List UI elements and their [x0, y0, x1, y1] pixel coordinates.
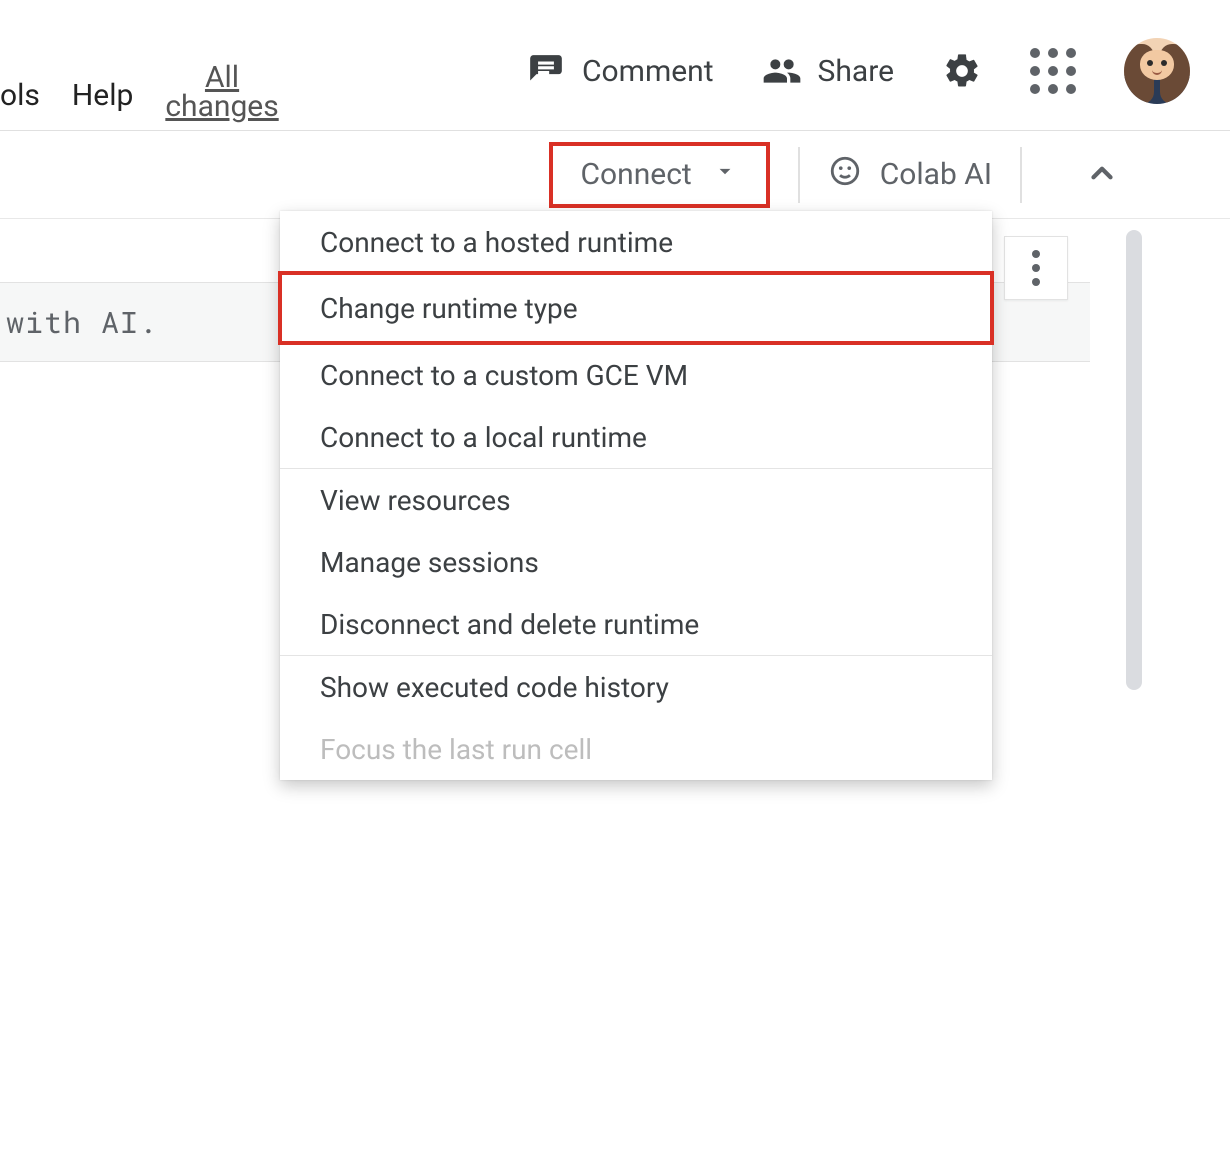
- comment-icon: [526, 51, 566, 91]
- menu-item-label: Show executed code history: [320, 671, 669, 704]
- menu-item-change-runtime[interactable]: Change runtime type: [280, 273, 992, 343]
- scrollbar[interactable]: [1126, 230, 1142, 690]
- comment-label: Comment: [582, 54, 714, 89]
- menu-item-connect-gce[interactable]: Connect to a custom GCE VM: [280, 344, 992, 406]
- share-button[interactable]: Share: [762, 51, 894, 91]
- menu-item-label: Manage sessions: [320, 546, 539, 579]
- menu-item-label: Connect to a hosted runtime: [320, 226, 673, 259]
- menu-item-connect-hosted[interactable]: Connect to a hosted runtime: [280, 211, 992, 273]
- menu-item-label: Change runtime type: [320, 292, 578, 325]
- menu-item-focus-last: Focus the last run cell: [280, 718, 992, 780]
- menu-item-connect-local[interactable]: Connect to a local runtime: [280, 406, 992, 468]
- menubar: ols Help All changes: [0, 78, 279, 139]
- menu-item-label: Connect to a custom GCE VM: [320, 359, 688, 392]
- people-icon: [762, 51, 802, 91]
- menubar-item-help[interactable]: Help: [72, 78, 133, 113]
- cell-overflow-button[interactable]: [1004, 236, 1068, 300]
- menubar-item-ols[interactable]: ols: [0, 78, 40, 113]
- connect-button[interactable]: Connect: [549, 142, 770, 208]
- chevron-up-icon: [1085, 156, 1119, 194]
- gear-icon[interactable]: [942, 51, 982, 91]
- all-changes-line2: changes: [165, 89, 278, 124]
- avatar[interactable]: [1124, 38, 1190, 104]
- app-header: ols Help All changes Comment Share: [0, 0, 1230, 131]
- menu-item-manage-sessions[interactable]: Manage sessions: [280, 531, 992, 593]
- colab-ai-button[interactable]: Colab AI: [828, 154, 992, 196]
- separator: [798, 147, 800, 203]
- apps-icon[interactable]: [1030, 48, 1076, 94]
- apps-grid-icon: [1030, 48, 1076, 94]
- caret-down-icon: [712, 157, 738, 192]
- code-cell-text: with AI.: [6, 303, 158, 342]
- menu-item-label: View resources: [320, 484, 511, 517]
- kebab-icon: [1032, 250, 1040, 286]
- collapse-button[interactable]: [1074, 147, 1130, 203]
- face-icon: [828, 154, 862, 196]
- colab-ai-label: Colab AI: [880, 157, 992, 192]
- share-label: Share: [818, 54, 894, 89]
- menu-item-disconnect-delete[interactable]: Disconnect and delete runtime: [280, 593, 992, 655]
- menu-item-code-history[interactable]: Show executed code history: [280, 656, 992, 718]
- menu-item-view-resources[interactable]: View resources: [280, 469, 992, 531]
- separator: [1020, 147, 1022, 203]
- menu-item-label: Disconnect and delete runtime: [320, 608, 699, 641]
- all-changes-link[interactable]: All changes: [165, 64, 278, 121]
- menu-item-label: Focus the last run cell: [320, 733, 592, 766]
- connect-label: Connect: [581, 157, 692, 192]
- toolbar: Connect Colab AI: [0, 131, 1230, 219]
- menu-item-label: Connect to a local runtime: [320, 421, 647, 454]
- comment-button[interactable]: Comment: [526, 51, 714, 91]
- header-actions: Comment Share: [526, 38, 1190, 104]
- connect-menu: Connect to a hosted runtime Change runti…: [280, 211, 992, 780]
